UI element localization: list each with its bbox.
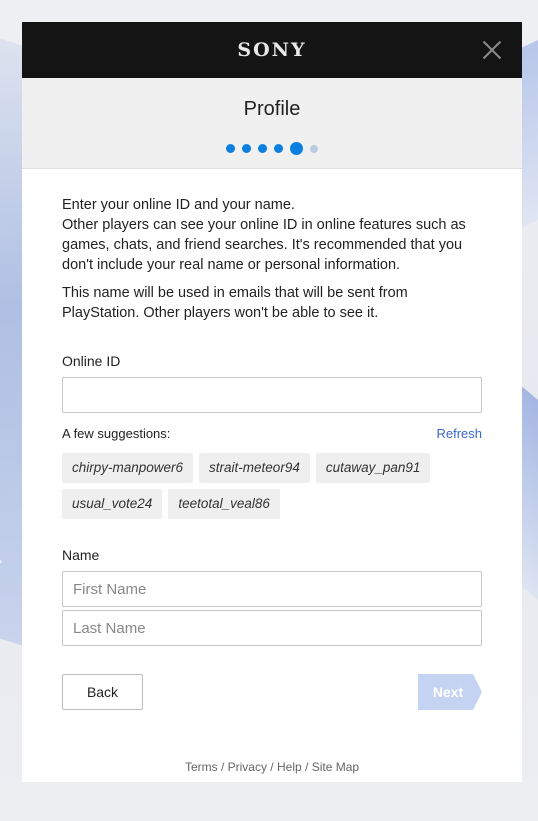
first-name-input[interactable]: [62, 571, 482, 607]
suggestions-label: A few suggestions:: [62, 426, 171, 441]
next-button[interactable]: Next: [418, 674, 482, 710]
separator: /: [266, 760, 277, 774]
suggestions-header: A few suggestions: Refresh: [62, 426, 482, 441]
sony-logo: SONY: [237, 39, 307, 61]
suggestion-chip[interactable]: usual_vote24: [62, 489, 163, 519]
intro-text: Enter your online ID and your name. Othe…: [62, 195, 482, 275]
suggestion-chip[interactable]: strait-meteor94: [199, 453, 310, 483]
name-label: Name: [62, 547, 100, 563]
terms-link[interactable]: Terms: [185, 760, 218, 774]
privacy-link[interactable]: Privacy: [228, 760, 267, 774]
progress-dot-completed: [226, 144, 235, 153]
progress-dot-completed: [242, 144, 251, 153]
navigation-buttons: Back Next: [62, 674, 482, 710]
site-map-link[interactable]: Site Map: [312, 760, 359, 774]
progress-indicator: [22, 142, 522, 155]
form-content: Enter your online ID and your name. Othe…: [22, 169, 522, 710]
intro-line-2: Other players can see your online ID in …: [62, 217, 466, 273]
progress-dot-completed: [258, 144, 267, 153]
page-title: Profile: [243, 98, 301, 120]
last-name-input[interactable]: [62, 610, 482, 646]
separator: /: [217, 760, 228, 774]
refresh-link[interactable]: Refresh: [436, 426, 482, 441]
suggestion-chip[interactable]: cutaway_pan91: [315, 453, 431, 483]
suggestion-list: chirpy-manpower6 strait-meteor94 cutaway…: [62, 453, 482, 519]
separator: /: [301, 760, 312, 774]
online-id-input[interactable]: [62, 377, 482, 413]
close-icon[interactable]: [482, 40, 502, 60]
top-bar: SONY: [22, 22, 522, 78]
help-link[interactable]: Help: [277, 760, 302, 774]
profile-dialog: SONY Profile Enter your online ID and yo…: [22, 22, 522, 782]
progress-dot-upcoming: [310, 144, 318, 153]
progress-dot-current: [290, 142, 303, 155]
back-button[interactable]: Back: [62, 674, 143, 710]
privacy-note: This name will be used in emails that wi…: [62, 285, 408, 321]
footer-links: Terms / Privacy / Help / Site Map: [22, 760, 522, 774]
dialog-header: Profile: [22, 78, 522, 169]
intro-line-1: Enter your online ID and your name.: [62, 197, 295, 213]
suggestion-chip[interactable]: chirpy-manpower6: [62, 453, 194, 483]
online-id-label: Online ID: [62, 353, 121, 369]
progress-dot-completed: [274, 144, 283, 153]
suggestion-chip[interactable]: teetotal_veal86: [168, 489, 280, 519]
